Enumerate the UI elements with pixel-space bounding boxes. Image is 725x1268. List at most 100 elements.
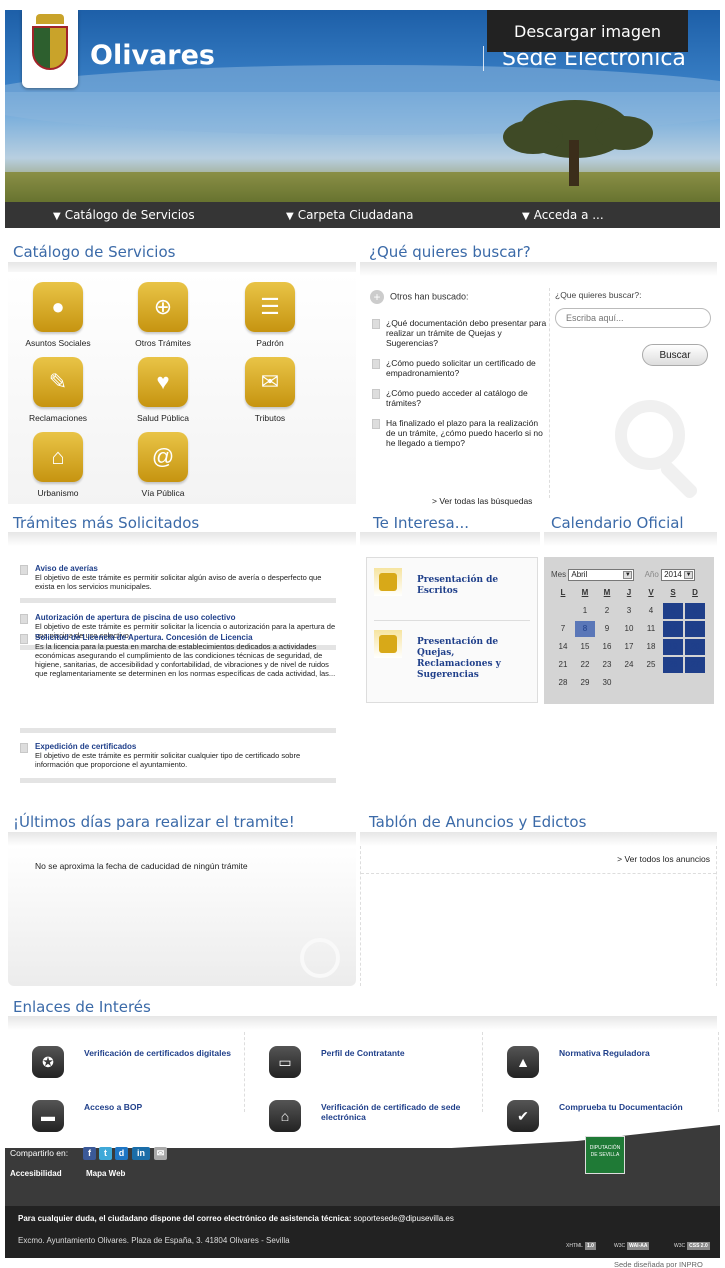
calendar-day[interactable]: 20 (685, 639, 705, 655)
book-icon: ▬ (32, 1100, 64, 1132)
see-all-announcements-link[interactable]: > Ver todos los anuncios (617, 854, 710, 864)
download-image-button[interactable]: Descargar imagen (487, 10, 688, 52)
section-divider (8, 1016, 717, 1030)
catalog-item-tributos[interactable]: ✉ Tributos (225, 357, 315, 423)
calendar-day[interactable]: 17 (619, 639, 639, 655)
nav-acceda[interactable]: ▼ Acceda a ... (522, 208, 604, 222)
others-label: Otros han buscado: (390, 291, 469, 302)
document-plus-icon (374, 568, 402, 596)
site-name[interactable]: Olivares (90, 40, 215, 71)
linkedin-icon[interactable]: in (132, 1147, 150, 1160)
twitter-icon[interactable]: t (99, 1147, 112, 1160)
calendar-day[interactable]: 3 (619, 603, 639, 619)
calendar-day[interactable]: 26 (663, 657, 683, 673)
calendar-day[interactable]: 11 (641, 621, 661, 637)
tramite-item[interactable]: Expedición de certificados El objetivo de… (20, 742, 340, 769)
nav-catalogo[interactable]: ▼ Catálogo de Servicios (53, 208, 195, 222)
coat-of-arms-logo[interactable] (22, 10, 78, 88)
document-icon (20, 634, 28, 644)
calendar-day[interactable]: 4 (641, 603, 661, 619)
delicious-icon[interactable]: d (115, 1147, 128, 1160)
sitemap-link[interactable]: Mapa Web (86, 1169, 125, 1178)
email-icon[interactable]: ✉ (154, 1147, 167, 1160)
catalog-item-label: Asuntos Sociales (25, 338, 91, 348)
link-perfil-contratante[interactable]: ▭ Perfil de Contratante (269, 1046, 499, 1086)
chevron-down-icon: ▼ (684, 571, 694, 579)
chevron-down-icon: ▼ (623, 571, 633, 579)
calendar-day[interactable]: 8 (575, 621, 595, 637)
xhtml-badge: XHTML 1.0 (566, 1242, 596, 1250)
search-form: ¿Que quieres buscar?: Buscar (555, 290, 715, 366)
section-divider (8, 832, 356, 846)
catalog-item-padron[interactable]: ☰ Padrón (225, 282, 315, 348)
year-select[interactable]: 2014 ▼ (661, 569, 696, 581)
catalog-item-label: Otros Trámites (135, 338, 191, 348)
magnifier-handle (658, 459, 700, 501)
calendar-day[interactable]: 10 (619, 621, 639, 637)
tramite-item[interactable]: Aviso de averías El objetivo de este trám… (20, 564, 340, 591)
weekday-header: M (603, 588, 611, 597)
nav-label: Carpeta Ciudadana (297, 208, 414, 222)
calendar-day[interactable]: 9 (597, 621, 617, 637)
calendar-day[interactable]: 16 (597, 639, 617, 655)
contact-email-link[interactable]: soportesede@dipusevilla.es (354, 1214, 454, 1223)
facebook-icon[interactable]: f (83, 1147, 96, 1160)
calendar-day[interactable]: 30 (597, 675, 617, 691)
calendar-day[interactable]: 7 (553, 621, 573, 637)
calendar-day[interactable]: 1 (575, 603, 595, 619)
catalog-item-salud-publica[interactable]: ♥ Salud Pública (118, 357, 208, 423)
nav-carpeta[interactable]: ▼ Carpeta Ciudadana (286, 208, 413, 222)
calendar-day[interactable]: 13 (685, 621, 705, 637)
see-all-searches-link[interactable]: > Ver todas las búsquedas (432, 496, 532, 506)
calendar-day[interactable]: 27 (685, 657, 705, 673)
diputacion-sevilla-logo[interactable]: DIPUTACIÓN DE SEVILLA (585, 1136, 625, 1174)
link-acceso-bop[interactable]: ▬ Acceso a BOP (32, 1100, 262, 1140)
link-normativa-reguladora[interactable]: ▲ Normativa Reguladora (507, 1046, 725, 1086)
calendar-day[interactable]: 14 (553, 639, 573, 655)
suggested-question[interactable]: Ha finalizado el plazo para la realizaci… (370, 418, 548, 448)
section-divider (360, 532, 540, 546)
accessibility-link[interactable]: Accesibilidad (10, 1169, 62, 1178)
calendar-day[interactable]: 25 (641, 657, 661, 673)
calendar-day[interactable]: 23 (597, 657, 617, 673)
weekday-header: D (692, 588, 698, 597)
tramite-item[interactable]: Solicitud de Licencia de Apertura. Conce… (20, 633, 340, 678)
calendar-day[interactable]: 12 (663, 621, 683, 637)
search-input[interactable] (555, 308, 711, 328)
weekday-header: L (560, 588, 566, 597)
suggested-question[interactable]: ¿Qué documentación debo presentar para r… (370, 318, 548, 348)
catalog-item-reclamaciones[interactable]: ✎ Reclamaciones (13, 357, 103, 423)
calendar-day[interactable]: 15 (575, 639, 595, 655)
interesa-item-quejas[interactable]: Presentación de Quejas, Reclamaciones y … (374, 630, 534, 690)
calendar-day[interactable]: 21 (553, 657, 573, 673)
month-select[interactable]: Abril ▼ (568, 569, 635, 581)
triangle-down-icon: ▼ (522, 211, 530, 222)
suggested-question[interactable]: ¿Cómo puedo solicitar un certificado de … (370, 358, 548, 378)
catalog-item-asuntos-sociales[interactable]: ● Asuntos Sociales (13, 282, 103, 348)
calendar-day[interactable]: 24 (619, 657, 639, 673)
interesa-item-escritos[interactable]: Presentación de Escritos (374, 568, 534, 608)
calendar-day[interactable]: 2 (597, 603, 617, 619)
register-icon: ☰ (245, 282, 295, 332)
tramite-title: Expedición de certificados (35, 742, 137, 751)
link-verificacion-certificados[interactable]: ✪ Verificación de certificados digitales (32, 1046, 262, 1086)
calendar-day[interactable]: 18 (641, 639, 661, 655)
calendar-day[interactable]: 5 (663, 603, 683, 619)
search-button[interactable]: Buscar (642, 344, 708, 366)
calendar-day[interactable]: 29 (575, 675, 595, 691)
briefcase-icon: ✉ (245, 357, 295, 407)
tree-trunk (569, 140, 579, 186)
calendar-day[interactable]: 6 (685, 603, 705, 619)
question-text: ¿Cómo puedo acceder al catálogo de trámi… (386, 388, 528, 408)
calendar-day[interactable]: 22 (575, 657, 595, 673)
link-verificacion-sede[interactable]: ⌂ Verificación de certificado de sede ele… (269, 1100, 499, 1140)
catalog-item-otros-tramites[interactable]: ⊕ Otros Trámites (118, 282, 208, 348)
calendar-day[interactable]: 28 (553, 675, 573, 691)
ultimos-panel: No se aproxima la fecha de caducidad de … (8, 846, 356, 986)
tramite-title: Solicitud de Licencia de Apertura. Conce… (35, 633, 253, 642)
catalog-item-via-publica[interactable]: @ Vía Pública (118, 432, 208, 498)
catalog-item-urbanismo[interactable]: ⌂ Urbanismo (13, 432, 103, 498)
search-title: ¿Qué quieres buscar? (369, 243, 531, 261)
suggested-question[interactable]: ¿Cómo puedo acceder al catálogo de trámi… (370, 388, 548, 408)
calendar-day[interactable]: 19 (663, 639, 683, 655)
